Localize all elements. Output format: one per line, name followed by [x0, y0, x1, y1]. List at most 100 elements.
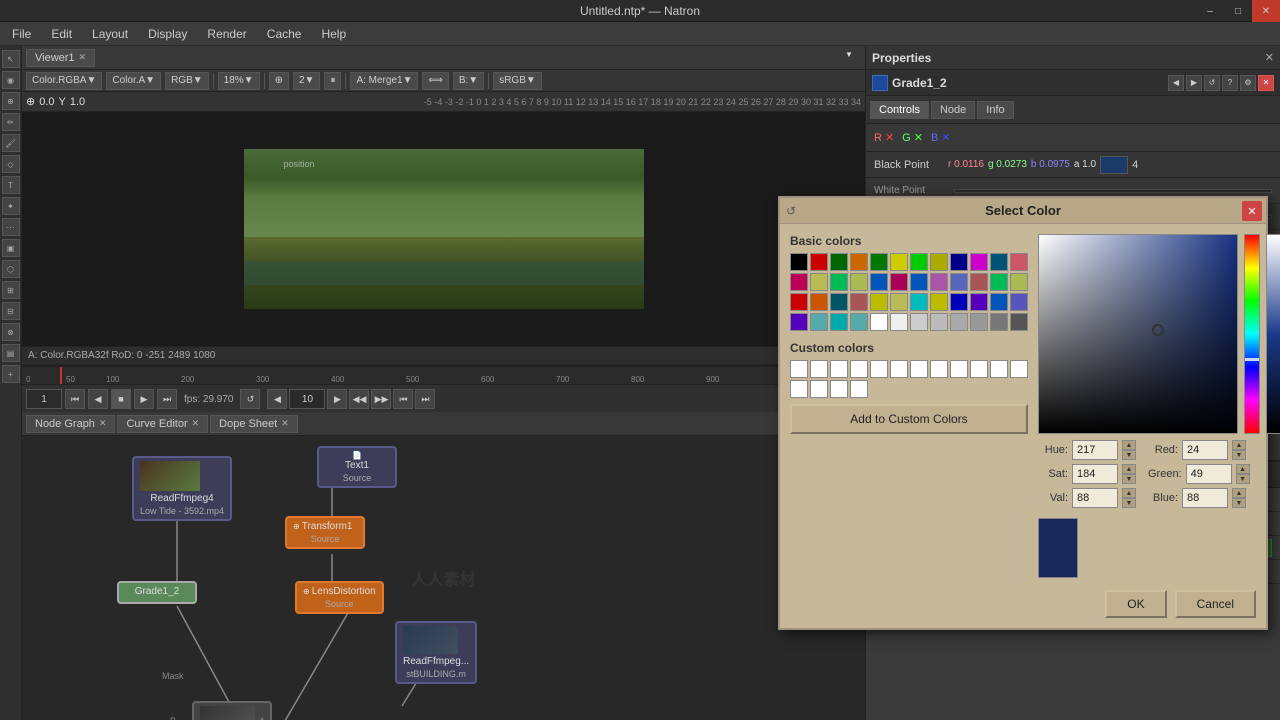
play-to-start[interactable]: ⏮ — [65, 389, 85, 409]
blue-input[interactable] — [1182, 488, 1228, 508]
menu-file[interactable]: File — [4, 25, 39, 43]
bc-45[interactable] — [970, 313, 988, 331]
hue-input[interactable]: 217 — [1072, 440, 1118, 460]
grade-btn1[interactable]: ◀ — [1168, 75, 1184, 91]
node-grade12[interactable]: Grade1_2 — [117, 581, 197, 604]
color-dialog[interactable]: ↺ Select Color ✕ Basic colors — [778, 196, 1268, 630]
tab-curve-editor[interactable]: Curve Editor ✕ — [117, 415, 208, 433]
node-readfmpeg2[interactable]: ReadFfmpeg... stBUILDING.m — [395, 621, 477, 684]
node-text1[interactable]: 📄 Text1 Source — [317, 446, 397, 488]
val-input[interactable] — [1072, 488, 1118, 508]
bc-29[interactable] — [890, 293, 908, 311]
viewer-menu-btn[interactable]: ▼ — [845, 50, 861, 66]
frame-number-left[interactable]: 1 — [26, 389, 62, 409]
tool-paint[interactable]: 🖌 — [2, 134, 20, 152]
tool-extra[interactable]: + — [2, 365, 20, 383]
viewer-tab[interactable]: Viewer1 ✕ — [26, 49, 95, 67]
bc-26[interactable] — [830, 293, 848, 311]
dope-sheet-close[interactable]: ✕ — [281, 418, 289, 429]
node-graph-area[interactable]: 人人素材 ReadFfmpeg4 Low Tide - 3592.mp4 — [22, 436, 865, 720]
bc-43[interactable] — [930, 313, 948, 331]
cc-15[interactable] — [850, 380, 868, 398]
cc-11[interactable] — [1010, 360, 1028, 378]
cc-7[interactable] — [930, 360, 948, 378]
channel-r-btn[interactable]: R ✕ — [874, 131, 894, 144]
red-down[interactable]: ▼ — [1232, 450, 1246, 460]
tool-viewer[interactable]: ◉ — [2, 71, 20, 89]
bc-3[interactable] — [850, 253, 868, 271]
tool-transform[interactable]: ⊕ — [2, 92, 20, 110]
tab-node-graph[interactable]: Node Graph ✕ — [26, 415, 115, 433]
bc-42[interactable] — [910, 313, 928, 331]
val-down[interactable]: ▼ — [1122, 498, 1136, 508]
prop-row-1-slider[interactable] — [954, 189, 1272, 193]
tool-draw[interactable]: ✏ — [2, 113, 20, 131]
tab-node[interactable]: Node — [931, 101, 975, 119]
bc-46[interactable] — [990, 313, 1008, 331]
properties-close[interactable]: ✕ — [1265, 51, 1274, 64]
b-selector[interactable]: B: ▼ — [453, 72, 484, 90]
hue-up[interactable]: ▲ — [1122, 440, 1136, 450]
menu-layout[interactable]: Layout — [84, 25, 136, 43]
play-to-end[interactable]: ⏭ — [157, 389, 177, 409]
node-lensdistortion[interactable]: ⊕ LensDistortion Source — [295, 581, 384, 614]
tool-particle[interactable]: ✦ — [2, 197, 20, 215]
cc-6[interactable] — [910, 360, 928, 378]
cc-10[interactable] — [990, 360, 1008, 378]
bc-10[interactable] — [990, 253, 1008, 271]
grade-close[interactable]: ✕ — [1258, 75, 1274, 91]
bc-20[interactable] — [950, 273, 968, 291]
bc-19[interactable] — [930, 273, 948, 291]
color-rgba-selector[interactable]: Color.RGBA ▼ — [26, 72, 102, 90]
bc-41[interactable] — [890, 313, 908, 331]
next-frame[interactable]: ▶ — [327, 389, 347, 409]
pause-btn[interactable]: ⏸ — [324, 72, 341, 90]
transform-tool[interactable]: ⊕ — [26, 95, 35, 108]
bc-44[interactable] — [950, 313, 968, 331]
bc-2[interactable] — [830, 253, 848, 271]
green-up[interactable]: ▲ — [1236, 464, 1250, 474]
cc-13[interactable] — [810, 380, 828, 398]
bc-28[interactable] — [870, 293, 888, 311]
red-up[interactable]: ▲ — [1232, 440, 1246, 450]
hue-down[interactable]: ▼ — [1122, 450, 1136, 460]
zoom-selector[interactable]: 18% ▼ — [218, 72, 260, 90]
green-down[interactable]: ▼ — [1236, 474, 1250, 484]
add-to-custom-colors-button[interactable]: Add to Custom Colors — [790, 404, 1028, 434]
channel-g-btn[interactable]: G ✕ — [902, 131, 923, 144]
curve-editor-close[interactable]: ✕ — [192, 418, 200, 429]
tool-shape[interactable]: ◇ — [2, 155, 20, 173]
tab-dope-sheet[interactable]: Dope Sheet ✕ — [210, 415, 298, 433]
bc-18[interactable] — [910, 273, 928, 291]
alpha-slider[interactable] — [1266, 234, 1280, 434]
ctrl4[interactable]: ⏭ — [415, 389, 435, 409]
bc-8[interactable] — [950, 253, 968, 271]
tool-color[interactable]: ▤ — [2, 344, 20, 362]
bc-1[interactable] — [810, 253, 828, 271]
cc-2[interactable] — [830, 360, 848, 378]
ok-button[interactable]: OK — [1105, 590, 1166, 618]
maximize-button[interactable]: □ — [1224, 0, 1252, 22]
bc-47[interactable] — [1010, 313, 1028, 331]
cc-8[interactable] — [950, 360, 968, 378]
cc-9[interactable] — [970, 360, 988, 378]
tool-keyer[interactable]: ⊟ — [2, 302, 20, 320]
bc-34[interactable] — [990, 293, 1008, 311]
menu-cache[interactable]: Cache — [259, 25, 310, 43]
wipe-btn[interactable]: ⟺ — [422, 72, 448, 90]
loop-btn[interactable]: ↺ — [240, 389, 260, 409]
bc-38[interactable] — [830, 313, 848, 331]
tab-controls[interactable]: Controls — [870, 101, 929, 119]
bc-12[interactable] — [790, 273, 808, 291]
bc-9[interactable] — [970, 253, 988, 271]
bc-36[interactable] — [790, 313, 808, 331]
tool-3d[interactable]: ▣ — [2, 239, 20, 257]
grade-btn3[interactable]: ↺ — [1204, 75, 1220, 91]
red-input[interactable] — [1182, 440, 1228, 460]
cancel-button[interactable]: Cancel — [1175, 590, 1256, 618]
bc-30[interactable] — [910, 293, 928, 311]
prev-frame[interactable]: ◀ — [267, 389, 287, 409]
val-up[interactable]: ▲ — [1122, 488, 1136, 498]
tab-info[interactable]: Info — [977, 101, 1013, 119]
close-button[interactable]: ✕ — [1252, 0, 1280, 22]
